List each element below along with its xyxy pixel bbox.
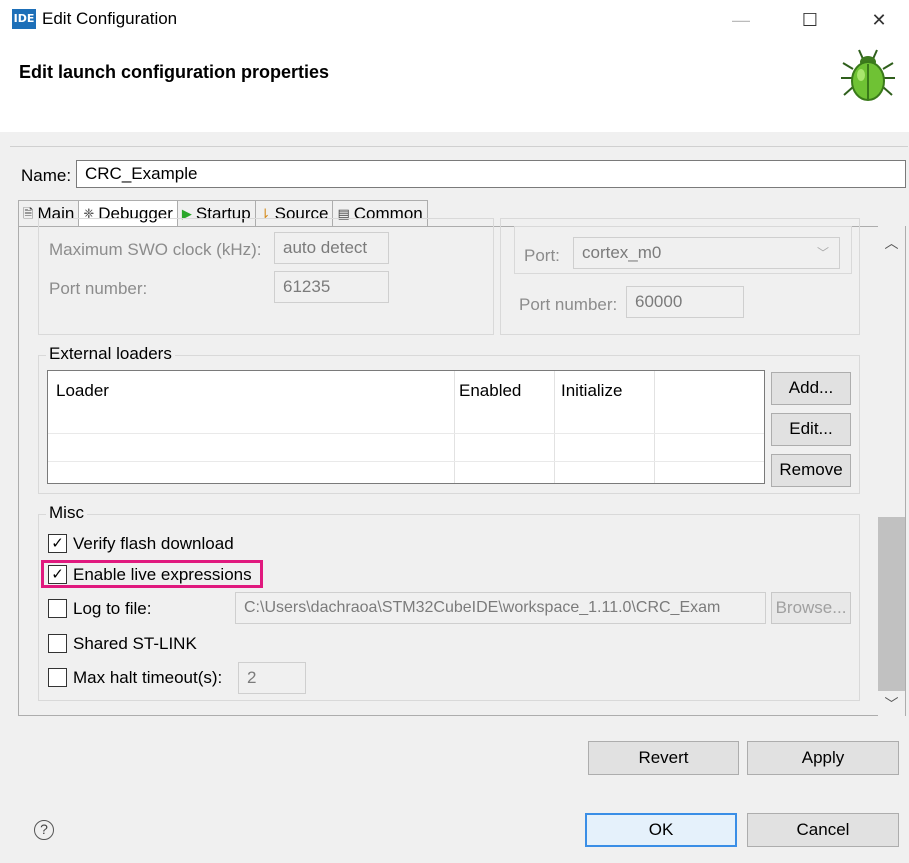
- scroll-down-icon[interactable]: ﹀: [878, 694, 905, 714]
- main-tab-icon: 🗎: [23, 206, 34, 221]
- help-icon[interactable]: ?: [34, 820, 54, 840]
- separator: [10, 146, 908, 147]
- max-halt-timeout-input[interactable]: 2: [238, 662, 306, 694]
- external-loaders-legend: External loaders: [46, 344, 175, 364]
- column-header-loader[interactable]: Loader: [56, 381, 109, 401]
- chevron-down-icon: ﹀: [816, 246, 829, 260]
- shared-stlink-checkbox[interactable]: [48, 634, 67, 653]
- max-swo-clock-input[interactable]: auto detect: [274, 232, 389, 264]
- browse-button[interactable]: Browse...: [771, 592, 851, 624]
- row-divider: [48, 461, 764, 462]
- swv-port-select[interactable]: cortex_m0 ﹀: [573, 237, 840, 269]
- swv-port-value: cortex_m0: [582, 243, 662, 262]
- column-header-initialize[interactable]: Initialize: [561, 381, 622, 401]
- swo-port-number-label: Port number:: [49, 279, 148, 298]
- name-label: Name:: [21, 166, 72, 185]
- column-header-enabled[interactable]: Enabled: [459, 381, 521, 401]
- max-halt-timeout-label: Max halt timeout(s):: [73, 668, 223, 687]
- log-to-file-label: Log to file:: [73, 599, 152, 618]
- remove-loader-button[interactable]: Remove: [771, 454, 851, 487]
- swo-group: [38, 218, 494, 335]
- live-expressions-checkbox[interactable]: ✓: [48, 565, 67, 584]
- add-loader-button[interactable]: Add...: [771, 372, 851, 405]
- max-halt-timeout-checkbox[interactable]: [48, 668, 67, 687]
- swv-port-label: Port:: [524, 246, 560, 265]
- live-expressions-label: Enable live expressions: [73, 565, 252, 584]
- column-divider: [554, 371, 555, 483]
- column-divider: [454, 371, 455, 483]
- dialog-heading: Edit launch configuration properties: [19, 62, 330, 82]
- header-banner: [0, 40, 909, 132]
- verify-flash-label: Verify flash download: [73, 534, 234, 553]
- ok-button[interactable]: OK: [585, 813, 737, 847]
- swo-port-number-input[interactable]: 61235: [274, 271, 389, 303]
- ide-app-icon: IDE: [12, 9, 36, 29]
- log-to-file-checkbox[interactable]: [48, 599, 67, 618]
- minimize-button[interactable]: —: [718, 0, 764, 40]
- column-divider: [654, 371, 655, 483]
- cancel-button[interactable]: Cancel: [747, 813, 899, 847]
- window-title: Edit Configuration: [42, 9, 178, 28]
- swv-port-number-label: Port number:: [519, 295, 618, 314]
- apply-button[interactable]: Apply: [747, 741, 899, 775]
- loaders-table[interactable]: Loader Enabled Initialize: [47, 370, 765, 484]
- maximize-button[interactable]: ☐: [787, 0, 833, 40]
- bug-icon: [841, 49, 895, 101]
- misc-legend: Misc: [46, 503, 87, 523]
- revert-button[interactable]: Revert: [588, 741, 739, 775]
- scrollbar-thumb[interactable]: [878, 517, 905, 691]
- swv-port-number-input[interactable]: 60000: [626, 286, 744, 318]
- row-divider: [48, 433, 764, 434]
- log-file-path-input[interactable]: C:\Users\dachraoa\STM32CubeIDE\workspace…: [235, 592, 766, 624]
- close-button[interactable]: ✕: [856, 0, 902, 40]
- scroll-up-icon[interactable]: ︿: [878, 233, 905, 253]
- max-swo-clock-label: Maximum SWO clock (kHz):: [49, 240, 262, 259]
- edit-loader-button[interactable]: Edit...: [771, 413, 851, 446]
- shared-stlink-label: Shared ST-LINK: [73, 634, 197, 653]
- name-input[interactable]: CRC_Example: [76, 160, 906, 188]
- verify-flash-checkbox[interactable]: ✓: [48, 534, 67, 553]
